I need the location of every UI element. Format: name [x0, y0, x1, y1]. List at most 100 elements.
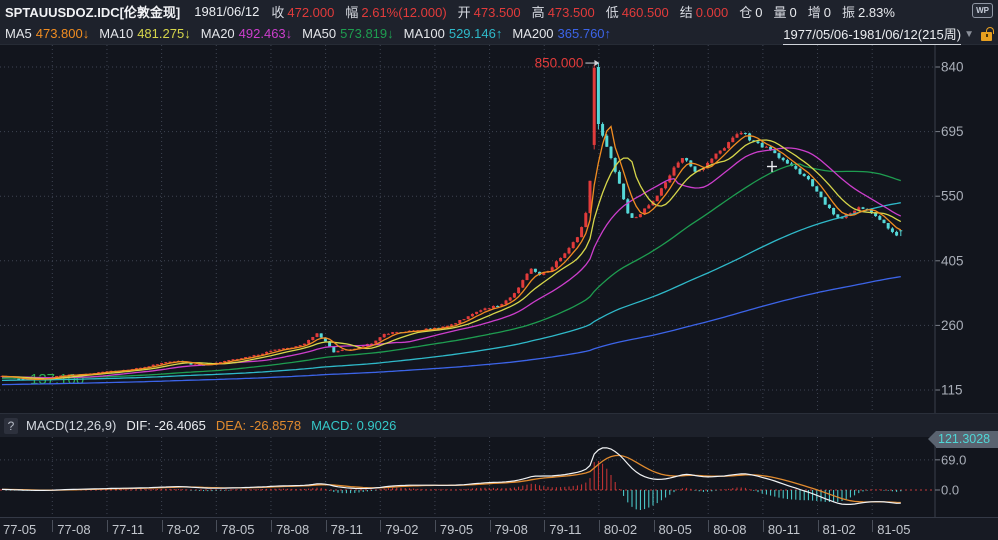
field-value: 0 — [755, 5, 763, 20]
macd-max-badge: 121.3028 — [928, 431, 998, 448]
quote-field: 低 460.500 — [606, 5, 669, 20]
macd-value: MACD: 0.9026 — [311, 418, 397, 433]
candlestick-chart-canvas[interactable]: 840695550405260115137.100850.000 — [0, 45, 998, 413]
ma100-line — [1, 202, 901, 382]
y-axis-label: 840 — [941, 60, 964, 75]
time-axis-tick — [380, 520, 382, 532]
time-axis-tick — [872, 520, 874, 532]
time-axis-label: 77-08 — [57, 522, 91, 537]
ma-value: 473.800↓ — [35, 26, 90, 41]
field-value: 472.000 — [287, 5, 335, 20]
ma-indicator-bar: MA5 473.800↓ MA10 481.275↓ MA20 492.463↓ MA50 5… — [0, 23, 998, 45]
time-axis-tick — [544, 520, 546, 532]
macd-indicator-header: ? MACD(12,26,9) DIF: -26.4065 DEA: -26.8… — [0, 413, 998, 437]
field-label: 增 — [807, 5, 821, 20]
chevron-down-icon[interactable]: ▼ — [964, 29, 974, 40]
ma-item: MA5 473.800↓ — [5, 26, 89, 41]
field-label: 量 — [773, 5, 787, 20]
time-axis-label: 77-05 — [3, 522, 37, 537]
quote-field: 收 472.000 — [271, 5, 334, 20]
main-price-chart[interactable]: 840 695 550 405 260 115 137.100 850.000 — [0, 45, 998, 413]
quote-field: 量0 — [774, 5, 797, 20]
field-label: 高 — [531, 5, 545, 20]
ma-value: 529.146↑ — [448, 26, 503, 41]
ma-item: MA200 365.760↑ — [512, 26, 611, 41]
top-info-bar: SPTAUUSDOZ.IDC[伦敦金现] 1981/06/12 收 472.000… — [0, 0, 998, 23]
field-value: 473.500 — [547, 5, 595, 20]
time-axis-label: 78-08 — [275, 522, 310, 537]
quote-field: 结 0.000 — [680, 5, 729, 20]
ma-value: 481.275↓ — [137, 26, 191, 41]
y-axis-label: 115 — [941, 382, 963, 397]
time-axis-tick — [817, 520, 819, 532]
macd-y-axis-label: 69.0 — [941, 452, 966, 467]
field-label: 幅 — [345, 5, 359, 20]
dif-value: DIF: -26.4065 — [126, 418, 206, 433]
time-axis-label: 79-02 — [385, 522, 419, 537]
quote-field: 振 2.83% — [842, 5, 895, 20]
time-axis-label: 80-11 — [767, 522, 801, 537]
time-axis-tick — [598, 520, 600, 532]
time-axis-label: 81-05 — [877, 522, 911, 537]
field-label: 仓 — [739, 5, 753, 20]
ma-label: MA50 — [302, 26, 337, 41]
ma-item: MA10 481.275↓ — [99, 26, 190, 41]
date-range-selector[interactable]: 1977/05/06-1981/06/12(215周) ▼ — [783, 23, 992, 45]
field-label: 低 — [605, 5, 619, 20]
time-axis-label: 80-05 — [658, 522, 692, 537]
ma-label: MA200 — [512, 26, 554, 41]
ma-label: MA20 — [200, 26, 235, 41]
ma-value: 492.463↓ — [238, 26, 293, 41]
time-axis-tick — [216, 520, 218, 532]
quote-field: 增0 — [808, 5, 831, 20]
time-axis-tick — [325, 520, 327, 532]
ma-item: MA50 573.819↓ — [302, 26, 393, 41]
wp-badge[interactable]: WP — [972, 3, 993, 18]
macd-chart[interactable]: 69.0 0.0 — [0, 437, 998, 517]
field-label: 结 — [679, 5, 693, 20]
date-range-text[interactable]: 1977/05/06-1981/06/12(215周) — [783, 24, 962, 45]
quote-field: 开 473.500 — [458, 5, 521, 20]
unlock-icon[interactable] — [981, 31, 992, 41]
time-axis-tick — [106, 520, 108, 532]
ma-value: 573.819↓ — [340, 26, 394, 41]
time-axis-tick — [762, 520, 764, 532]
macd-chart-canvas[interactable]: 69.0 0.0 — [0, 437, 998, 517]
field-value: 2.83% — [858, 5, 895, 20]
field-label: 振 — [842, 5, 856, 20]
time-axis-tick — [489, 520, 491, 532]
chart-app-window: SPTAUUSDOZ.IDC[伦敦金现] 1981/06/12 收 472.000… — [0, 0, 998, 540]
ma-label: MA10 — [99, 26, 134, 41]
time-axis-tick — [708, 520, 710, 532]
field-value: 0 — [823, 5, 832, 20]
time-axis-label: 79-11 — [549, 522, 582, 537]
quote-field: 幅 2.61%(12.000) — [345, 5, 446, 20]
y-axis-label: 260 — [941, 318, 964, 333]
y-axis-label: 405 — [941, 253, 964, 268]
peak-price-annotation: 850.000 — [535, 56, 584, 71]
field-value: 0.000 — [695, 5, 729, 20]
time-axis-tick — [52, 520, 54, 532]
help-icon[interactable]: ? — [4, 417, 18, 434]
field-value: 0 — [789, 5, 797, 20]
time-axis-label: 77-11 — [111, 522, 145, 537]
ma-item: MA100 529.146↑ — [404, 26, 503, 41]
ma20-line — [1, 147, 902, 379]
time-axis-label: 81-02 — [822, 522, 856, 537]
ma-label: MA5 — [5, 26, 32, 41]
quote-date: 1981/06/12 — [194, 4, 260, 19]
time-axis-tick — [653, 520, 655, 532]
time-axis-label: 79-08 — [494, 522, 528, 537]
ma-values: MA5 473.800↓ MA10 481.275↓ MA20 492.463↓ MA50 5… — [5, 26, 621, 41]
field-label: 开 — [457, 5, 471, 20]
time-axis-label: 79-05 — [439, 522, 474, 537]
dea-value: DEA: -26.8578 — [215, 418, 302, 433]
grid-layer: 840 695 550 405 260 115 — [0, 45, 964, 413]
time-axis-label: 78-02 — [166, 522, 200, 537]
macd-title: MACD(12,26,9) — [26, 418, 117, 433]
time-axis-label: 78-05 — [221, 522, 255, 537]
macd-grid-layer: 69.0 0.0 — [0, 437, 966, 517]
field-value: 460.500 — [621, 5, 669, 20]
time-axis-tick — [270, 520, 272, 532]
field-label: 收 — [271, 5, 285, 20]
